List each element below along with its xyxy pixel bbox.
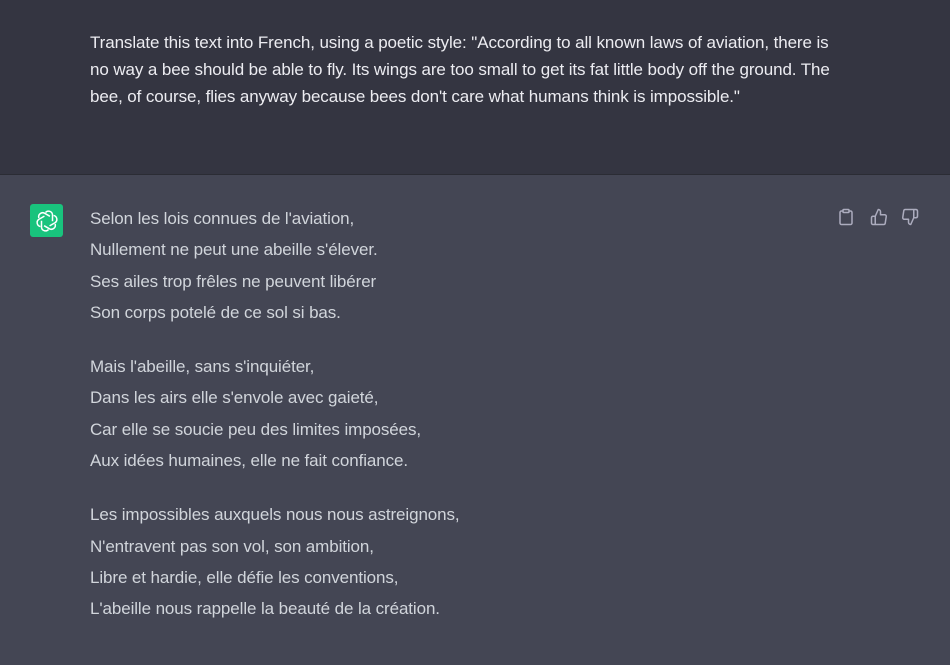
poem-line: Selon les lois connues de l'aviation, bbox=[90, 209, 355, 228]
poem-line: Libre et hardie, elle défie les conventi… bbox=[90, 567, 399, 587]
stanza: Mais l'abeille, sans s'inquiéter, Dans l… bbox=[90, 355, 790, 480]
poem-line: Nullement ne peut une abeille s'élever. bbox=[90, 240, 378, 260]
openai-logo-icon bbox=[35, 209, 58, 232]
poem-line: Aux idées humaines, elle ne fait confian… bbox=[90, 451, 408, 471]
user-message: Translate this text into French, using a… bbox=[0, 0, 950, 175]
thumbs-up-button[interactable] bbox=[868, 206, 890, 228]
poem-line: Les impossibles auxquels nous nous astre… bbox=[90, 505, 460, 525]
poem-line: Ses ailes trop frêles ne peuvent libérer bbox=[90, 271, 377, 291]
poem-line: N'entravent pas son vol, son ambition, bbox=[90, 536, 374, 556]
thumbs-down-button[interactable] bbox=[899, 206, 921, 228]
stanza: Les impossibles auxquels nous nous astre… bbox=[90, 503, 790, 628]
clipboard-icon bbox=[839, 208, 853, 226]
assistant-message: Selon les lois connues de l'aviation, Nu… bbox=[0, 176, 950, 665]
user-message-text: Translate this text into French, using a… bbox=[90, 33, 830, 106]
message-actions bbox=[835, 206, 925, 228]
assistant-avatar bbox=[30, 204, 63, 237]
poem-line: Dans les airs elle s'envole avec gaieté, bbox=[90, 388, 379, 408]
thumbs-up-icon bbox=[870, 208, 887, 226]
poem-line: Mais l'abeille, sans s'inquiéter, bbox=[90, 357, 315, 377]
poem-line: L'abeille nous rappelle la beauté de la … bbox=[90, 599, 440, 619]
stanza: Selon les lois connues de l'aviation, Nu… bbox=[90, 207, 790, 332]
thumbs-down-icon bbox=[902, 208, 919, 226]
poem-line: Son corps potelé de ce sol si bas. bbox=[90, 302, 341, 322]
poem-line: Car elle se soucie peu des limites impos… bbox=[90, 419, 422, 439]
copy-button[interactable] bbox=[835, 206, 857, 228]
assistant-response: Selon les lois connues de l'aviation, Nu… bbox=[90, 207, 790, 652]
